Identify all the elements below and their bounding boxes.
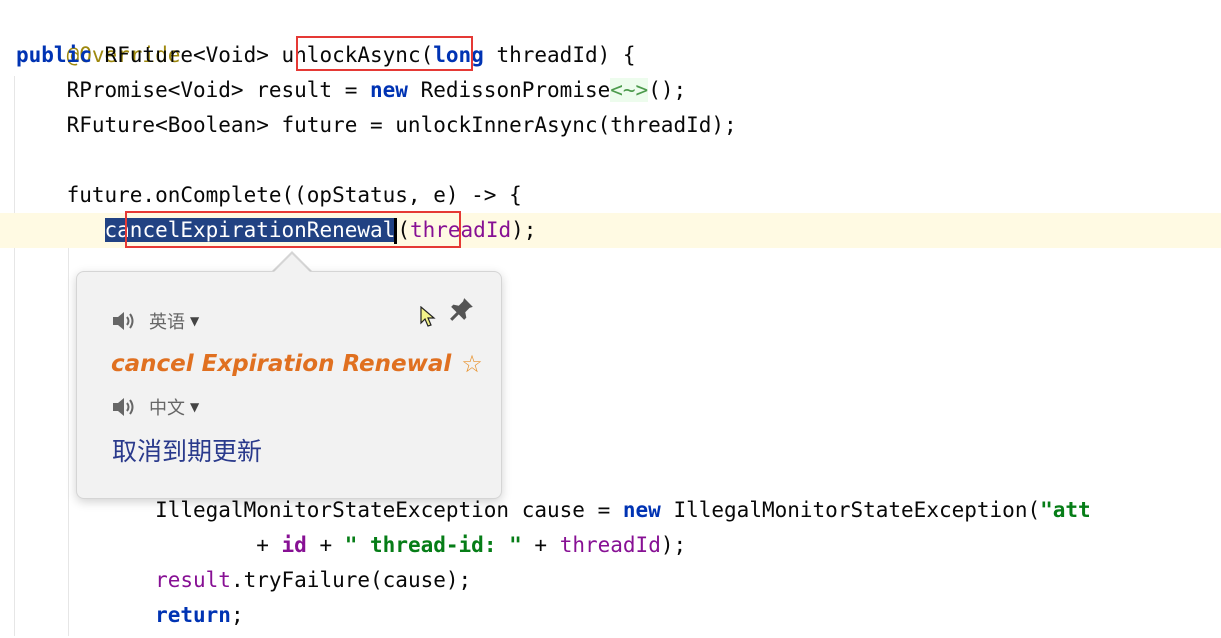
code-line: + id + " thread-id: " + threadId);: [16, 528, 1221, 563]
speaker-icon[interactable]: [111, 396, 135, 418]
code-text: (: [397, 218, 410, 242]
code-line: result.tryFailure(cause);: [16, 563, 1221, 598]
code-text: +: [306, 533, 345, 557]
keyword: return: [155, 603, 231, 627]
string-literal: " thread-id: ": [344, 533, 522, 557]
code-text: );: [511, 218, 537, 242]
keyword: new: [370, 78, 408, 102]
parameter: threadId: [559, 533, 661, 557]
source-language-row: 英语 ▼: [111, 308, 199, 334]
method-name[interactable]: unlockAsync: [282, 43, 421, 67]
code-text: RedissonPromise: [407, 78, 611, 102]
code-text: IllegalMonitorStateException(: [660, 498, 1041, 522]
code-text: (: [420, 43, 434, 67]
mouse-cursor-icon: [420, 306, 436, 327]
code-text: +: [521, 533, 560, 557]
dropdown-icon: ▼: [190, 314, 200, 328]
code-text: );: [660, 533, 687, 557]
target-language-row: 中文 ▼: [111, 394, 199, 420]
code-line: public RFuture<Void> unlockAsync(long th…: [16, 38, 1221, 73]
translation-text: 取消到期更新: [112, 437, 263, 466]
pin-icon[interactable]: [449, 296, 475, 322]
source-text: cancel Expiration Renewal: [111, 351, 452, 377]
code-line: RFuture<Boolean> future = unlockInnerAsy…: [16, 113, 737, 137]
diamond-hint[interactable]: <~>: [610, 78, 649, 102]
selected-method-name[interactable]: cancelExpirationRenewal: [104, 218, 396, 242]
code-line: return;: [16, 598, 1221, 633]
target-language-label: 中文: [149, 398, 185, 419]
dropdown-icon: ▼: [190, 400, 200, 414]
translation-popup[interactable]: 英语 ▼ cancel Expiration Renewal ☆ 中文 ▼ 取消…: [76, 254, 502, 499]
star-icon[interactable]: ☆: [461, 350, 483, 378]
field: id: [281, 533, 307, 557]
current-code-line: cancelExpirationRenewal(threadId);: [0, 213, 1221, 248]
code-text: RFuture<Void>: [91, 43, 282, 67]
code-text: .tryFailure(cause);: [230, 568, 472, 592]
source-language-select[interactable]: 英语 ▼: [149, 308, 199, 334]
code-line: future.onComplete((opStatus, e) -> {: [16, 183, 522, 207]
popup-pointer-fill: [273, 254, 311, 273]
code-text: ;: [230, 603, 244, 627]
code-line: RPromise<Void> result = new RedissonProm…: [16, 73, 1221, 108]
keyword: public: [16, 43, 92, 67]
parameter: threadId: [409, 218, 512, 242]
speaker-icon[interactable]: [111, 310, 135, 332]
source-word: cancel Expiration Renewal ☆: [111, 350, 483, 378]
source-language-label: 英语: [149, 312, 185, 333]
keyword: long: [433, 43, 484, 67]
variable: result: [155, 568, 231, 592]
indent-guide: [14, 76, 15, 636]
target-language-select[interactable]: 中文 ▼: [149, 394, 199, 420]
code-line: @Override: [16, 3, 1221, 67]
code-text: threadId) {: [483, 43, 636, 67]
code-text: +: [16, 533, 282, 557]
string-literal: "att: [1040, 498, 1091, 522]
code-text: RPromise<Void> result =: [16, 78, 371, 102]
keyword: new: [622, 498, 661, 522]
code-text: ();: [648, 78, 687, 102]
code-text: IllegalMonitorStateException cause =: [16, 498, 623, 522]
